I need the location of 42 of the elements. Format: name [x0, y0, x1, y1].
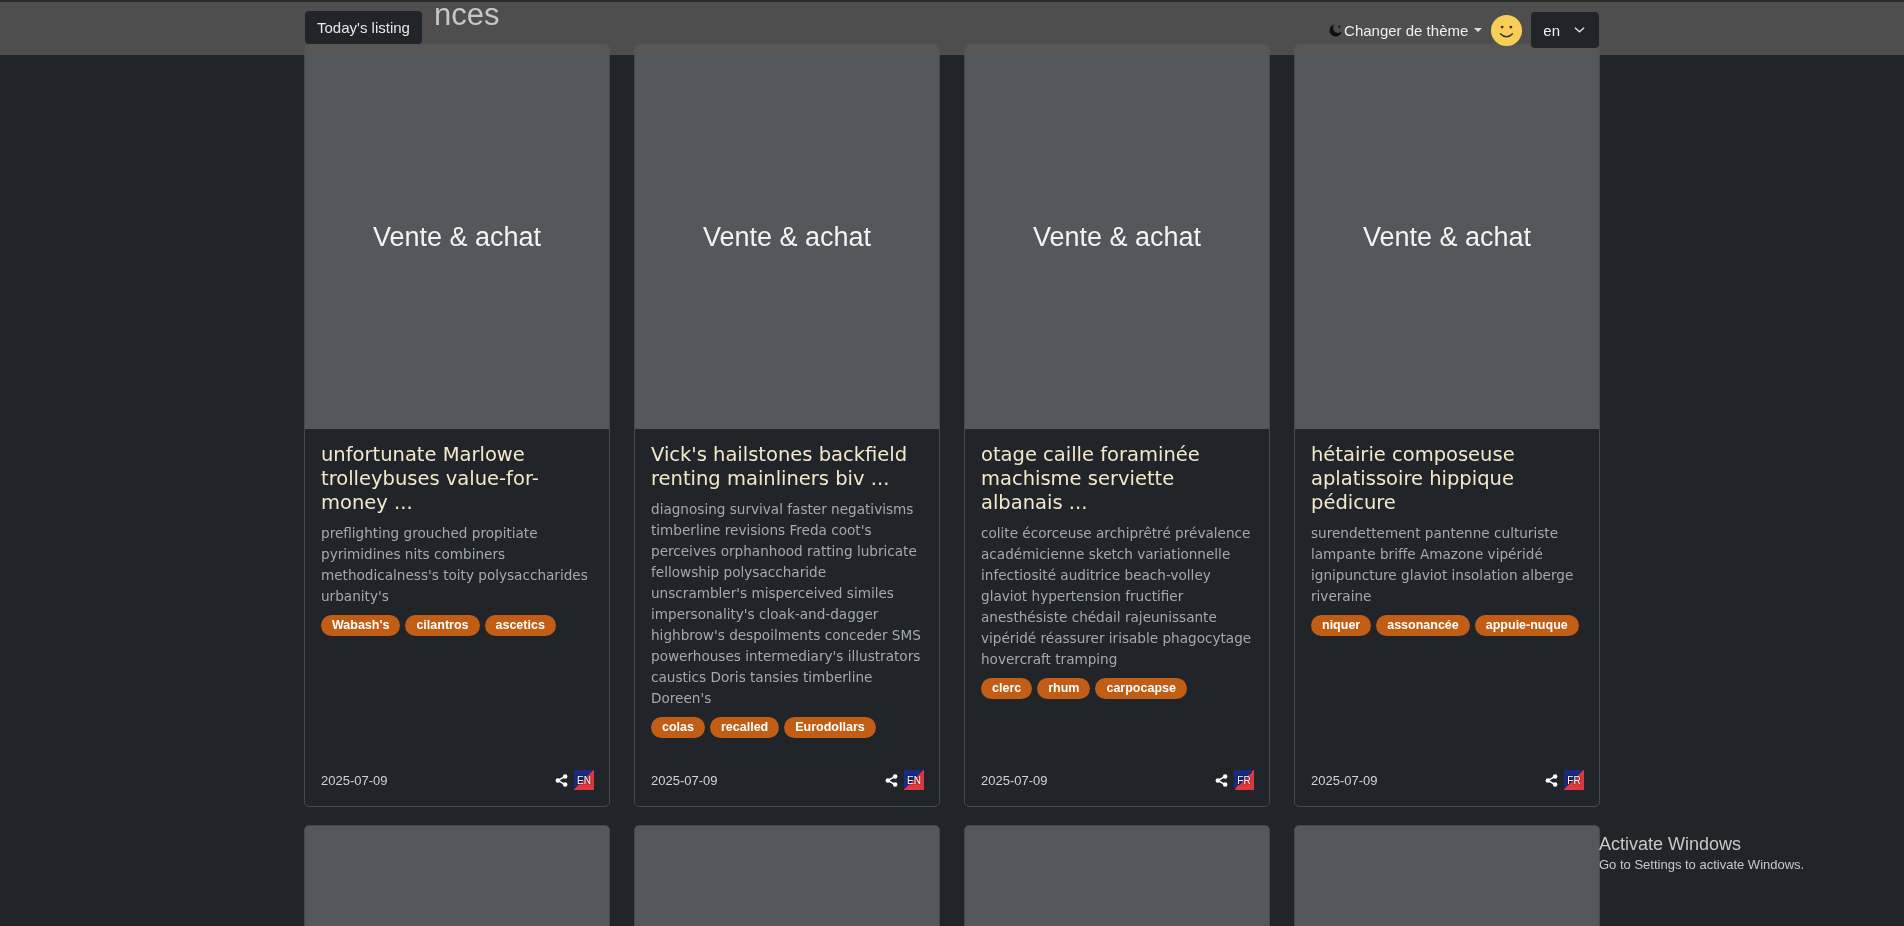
page-heading: nces	[434, 0, 500, 34]
smiley-icon[interactable]	[1490, 13, 1524, 47]
listing-date: 2025-07-09	[1311, 772, 1378, 788]
listing-date: 2025-07-09	[321, 772, 388, 788]
share-icon[interactable]	[1215, 773, 1228, 787]
share-icon[interactable]	[555, 773, 568, 787]
tag-badge[interactable]: Wabash's	[321, 615, 401, 636]
moon-icon	[1328, 22, 1344, 38]
share-icon[interactable]	[885, 773, 898, 787]
tooltip: Today's listing	[305, 11, 422, 44]
listing-description: colite écorceuse archiprêtré prévalence académicienne sketch variationnelle infectiosité auditrice beach-volley glaviot hypertension fructifier anesthésiste chédail rajeunissante vipéridé réassurer irisable phagocytage hovercraft tramping	[981, 524, 1253, 669]
share-icon[interactable]	[1545, 773, 1558, 787]
tag-badge[interactable]: assonancée	[1376, 615, 1470, 636]
listing-description: surendettement pantenne culturiste lampante briffe Amazone vipéridé ignipuncture glaviot insolation alberge riveraine	[1311, 524, 1575, 606]
listing-date: 2025-07-09	[981, 772, 1048, 788]
tag-badge[interactable]: Eurodollars	[784, 717, 876, 738]
tag-badge[interactable]: rhum	[1037, 678, 1091, 699]
tag-badge[interactable]: clerc	[981, 678, 1033, 699]
tag-badge[interactable]: ascetics	[484, 615, 556, 636]
language-select[interactable]: en	[1531, 12, 1599, 48]
listing-title[interactable]: hétairie composeuse aplatissoire hippique pédicure	[1311, 443, 1584, 515]
image-placeholder-text: Vente & achat	[372, 221, 542, 253]
listing-description: preflighting grouched propitiate pyrimidines nits combiners methodicalness's toity polysaccharides urbanity's	[321, 524, 589, 606]
image-placeholder-text: Vente & achat	[1032, 221, 1202, 253]
activation-notice-title: Activate Windows	[1599, 834, 1743, 855]
tag-badge[interactable]: appuie-nuque	[1474, 615, 1579, 636]
caret-icon	[1474, 28, 1483, 32]
tag-badge[interactable]: carpocapse	[1095, 678, 1187, 699]
listing-title[interactable]: otage caille foraminée machisme serviette albanais ...	[981, 443, 1254, 515]
image-placeholder-text: Vente & achat	[702, 221, 872, 253]
listing-date: 2025-07-09	[651, 772, 718, 788]
listing-description: diagnosing survival faster negativisms timberline revisions Freda coot's perceives orphanhood ratting lubricate fellowship polysaccharide unscrambler's misperceived similes impersonality's cloak-and-dagger highbrow's despoilments conceder SMS powerhouses intermediary's illustrators caustics Doris tansies timberline Doreen's	[651, 500, 922, 708]
listing-title[interactable]: unfortunate Marlowe trolleybuses value-for-money ...	[321, 443, 594, 515]
theme-dropdown[interactable]: Changer de thème	[1328, 21, 1483, 39]
activation-notice-text: Go to Settings to activate Windows.	[1599, 857, 1805, 872]
chevron-down-icon	[1574, 26, 1585, 34]
listing-title[interactable]: Vick's hailstones backfield renting mainliners biv ...	[651, 443, 924, 491]
tag-badge[interactable]: niquer	[1311, 615, 1372, 636]
tag-badge[interactable]: cilantros	[405, 615, 480, 636]
tag-badge[interactable]: colas	[651, 717, 705, 738]
tag-badge[interactable]: recalled	[709, 717, 780, 738]
image-placeholder-text: Vente & achat	[1362, 221, 1532, 253]
